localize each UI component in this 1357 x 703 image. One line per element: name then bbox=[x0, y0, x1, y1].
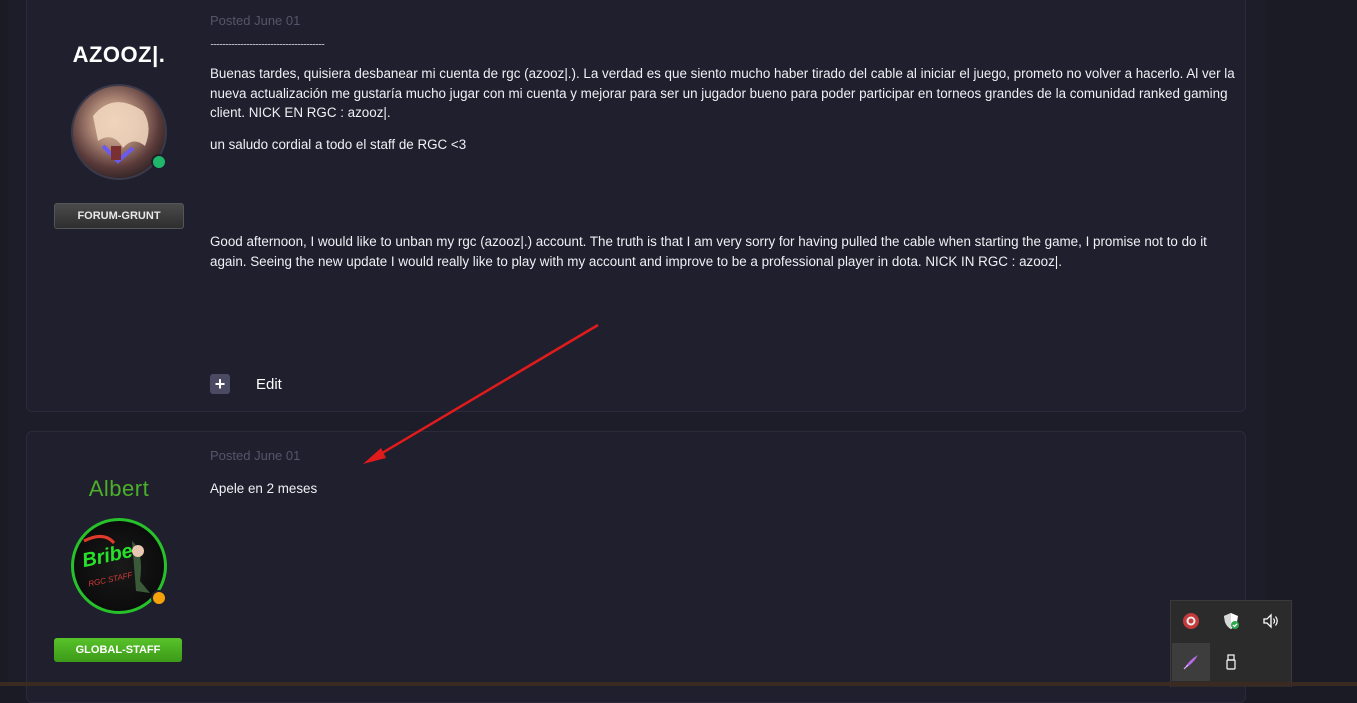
online-status-dot bbox=[151, 154, 167, 170]
post-date[interactable]: Posted June 01 bbox=[210, 448, 300, 463]
record-icon[interactable] bbox=[1172, 602, 1210, 640]
author-name[interactable]: Albert bbox=[27, 476, 211, 502]
volume-icon[interactable] bbox=[1252, 602, 1290, 640]
edit-link[interactable]: Edit bbox=[256, 376, 282, 393]
shield-check-icon[interactable] bbox=[1212, 602, 1250, 640]
rank-badge: GLOBAL-STAFF bbox=[54, 638, 182, 662]
post-body: ........................................… bbox=[210, 36, 1240, 271]
plus-icon[interactable]: + bbox=[210, 374, 230, 394]
post-body: Apele en 2 meses bbox=[210, 479, 1240, 499]
post-paragraph: Good afternoon, I would like to unban my… bbox=[210, 234, 1207, 269]
pen-app-icon[interactable] bbox=[1172, 643, 1210, 681]
away-status-dot bbox=[151, 590, 167, 606]
taskbar-edge bbox=[0, 682, 1357, 686]
post-paragraph: un saludo cordial a todo el staff de RGC… bbox=[210, 136, 467, 152]
rank-badge: FORUM-GRUNT bbox=[54, 203, 184, 229]
post-paragraph: Buenas tardes, quisiera desbanear mi cue… bbox=[210, 66, 1235, 120]
post-separator: ........................................… bbox=[210, 37, 325, 47]
usb-icon[interactable] bbox=[1212, 643, 1250, 681]
post-card: Albert Bribe RGC STAFF GLOBAL-STAFF Post… bbox=[26, 431, 1246, 703]
post-paragraph: Apele en 2 meses bbox=[210, 481, 318, 496]
system-tray-overflow bbox=[1170, 600, 1292, 687]
post-card: AZOOZ|. FORUM-GRUNT Posted June 01 .....… bbox=[26, 0, 1246, 412]
post-date[interactable]: Posted June 01 bbox=[210, 13, 300, 28]
author-name[interactable]: AZOOZ|. bbox=[27, 42, 211, 68]
post-actions: + Edit bbox=[210, 374, 282, 394]
